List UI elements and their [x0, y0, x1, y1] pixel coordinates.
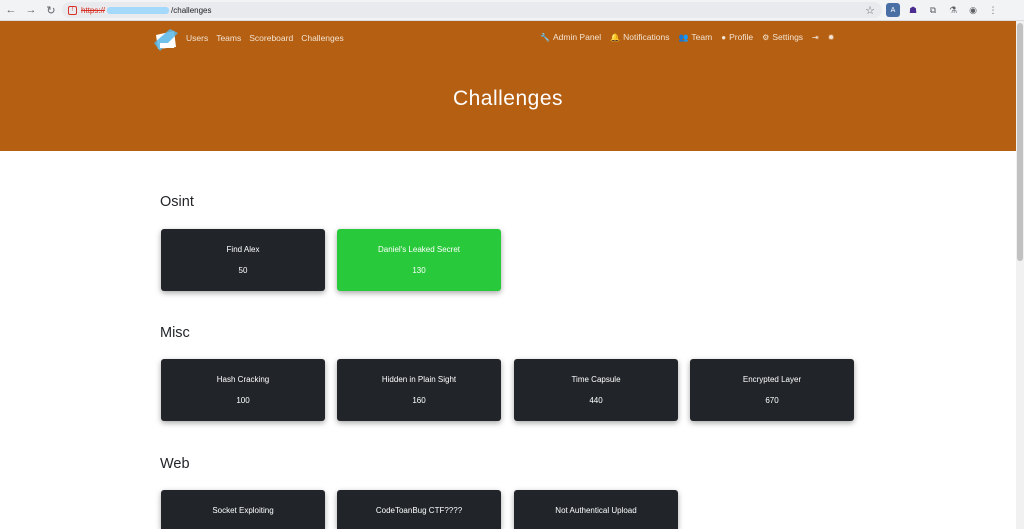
- page-title: Challenges: [452, 87, 564, 110]
- challenge-card[interactable]: Encrypted Layer 670: [690, 359, 854, 421]
- challenge-name: Hash Cracking: [216, 375, 270, 384]
- site-header: Users Teams Scoreboard Challenges 🔧 Admi…: [0, 21, 1016, 151]
- challenge-card[interactable]: Socket Exploiting: [161, 490, 325, 529]
- challenge-points: 670: [765, 396, 779, 405]
- profile-icon[interactable]: ◉: [966, 3, 980, 17]
- nav-challenges-link[interactable]: Challenges: [301, 33, 344, 43]
- users-icon: 👥: [678, 32, 689, 42]
- challenge-name: Encrypted Layer: [742, 375, 802, 384]
- nav-profile-label: Profile: [729, 32, 754, 42]
- nav-settings-label: Settings: [772, 32, 804, 42]
- challenge-points: 440: [589, 396, 603, 405]
- address-bar[interactable]: ! https:// /challenges: [62, 2, 882, 18]
- url-path: /challenges: [171, 5, 212, 15]
- page-scrollbar[interactable]: [1016, 21, 1024, 529]
- extensions-icon[interactable]: ⧉: [926, 3, 940, 17]
- nav-teams-link[interactable]: Teams: [216, 33, 241, 43]
- brand-logo[interactable]: [154, 29, 180, 51]
- challenge-points: 100: [236, 396, 250, 405]
- challenge-name: Find Alex: [226, 245, 260, 254]
- nav-left: Users Teams Scoreboard Challenges: [186, 33, 344, 43]
- challenge-points: 50: [238, 266, 248, 275]
- nav-profile-link[interactable]: ● Profile: [721, 32, 753, 42]
- category-title-osint: Osint: [160, 194, 194, 210]
- extension-icon[interactable]: A: [886, 3, 900, 17]
- challenge-card[interactable]: Not Authentical Upload: [514, 490, 678, 529]
- nav-team-label: Team: [691, 32, 713, 42]
- nav-right: 🔧 Admin Panel 🔔 Notifications 👥 Team ● P…: [540, 32, 834, 42]
- challenge-name: CodeToanBug CTF????: [375, 506, 463, 515]
- category-title-web: Web: [160, 456, 190, 472]
- challenge-card[interactable]: Time Capsule 440: [514, 359, 678, 421]
- challenge-card[interactable]: Find Alex 50: [161, 229, 325, 291]
- challenge-card[interactable]: Hash Cracking 100: [161, 359, 325, 421]
- nav-notifications-label: Notifications: [623, 32, 670, 42]
- nav-settings-link[interactable]: ⚙ Settings: [762, 32, 803, 42]
- labs-icon[interactable]: ⚗: [946, 3, 960, 17]
- url-scheme: https://: [81, 5, 106, 15]
- url-redaction: [107, 6, 170, 14]
- bell-icon: 🔔: [610, 32, 621, 42]
- user-circle-icon: ●: [721, 32, 727, 42]
- challenge-name: Time Capsule: [571, 375, 621, 384]
- challenge-card[interactable]: Hidden in Plain Sight 160: [337, 359, 501, 421]
- reload-icon[interactable]: ↻: [42, 1, 60, 19]
- challenge-card-solved[interactable]: Daniel's Leaked Secret 130: [337, 229, 501, 291]
- not-secure-icon[interactable]: !: [68, 5, 77, 15]
- scrollbar-thumb[interactable]: [1017, 23, 1023, 261]
- category-title-misc: Misc: [160, 325, 190, 341]
- logout-icon[interactable]: ⇥: [812, 33, 819, 42]
- challenge-name: Daniel's Leaked Secret: [377, 245, 461, 254]
- challenge-card[interactable]: CodeToanBug CTF????: [337, 490, 501, 529]
- nav-users-link[interactable]: Users: [186, 33, 208, 43]
- challenge-points: 130: [412, 266, 426, 275]
- challenge-points: 160: [412, 396, 426, 405]
- wrench-icon: 🔧: [540, 32, 550, 42]
- challenge-name: Not Authentical Upload: [555, 506, 637, 515]
- forward-arrow-icon[interactable]: →: [22, 1, 40, 19]
- challenge-name: Hidden in Plain Sight: [381, 375, 457, 384]
- nav-team-link[interactable]: 👥 Team: [678, 32, 712, 42]
- extensions-area: A ☗ ⧉ ⚗ ◉ ⋮: [886, 2, 1000, 18]
- nav-admin-panel-link[interactable]: 🔧 Admin Panel: [540, 32, 601, 42]
- nav-admin-panel-label: Admin Panel: [552, 32, 602, 42]
- cogs-icon: ⚙: [762, 32, 770, 42]
- challenge-name: Socket Exploiting: [212, 506, 274, 515]
- back-arrow-icon[interactable]: ←: [2, 1, 20, 19]
- menu-icon[interactable]: ⋮: [986, 3, 1000, 17]
- star-icon[interactable]: ☆: [862, 2, 878, 18]
- theme-toggle-icon[interactable]: ✹: [828, 33, 835, 42]
- nav-notifications-link[interactable]: 🔔 Notifications: [610, 32, 669, 42]
- extension-icon[interactable]: ☗: [906, 3, 920, 17]
- nav-scoreboard-link[interactable]: Scoreboard: [249, 33, 293, 43]
- browser-toolbar: ← → ↻ ! https:// /challenges ☆ A ☗ ⧉ ⚗ ◉…: [0, 0, 1024, 21]
